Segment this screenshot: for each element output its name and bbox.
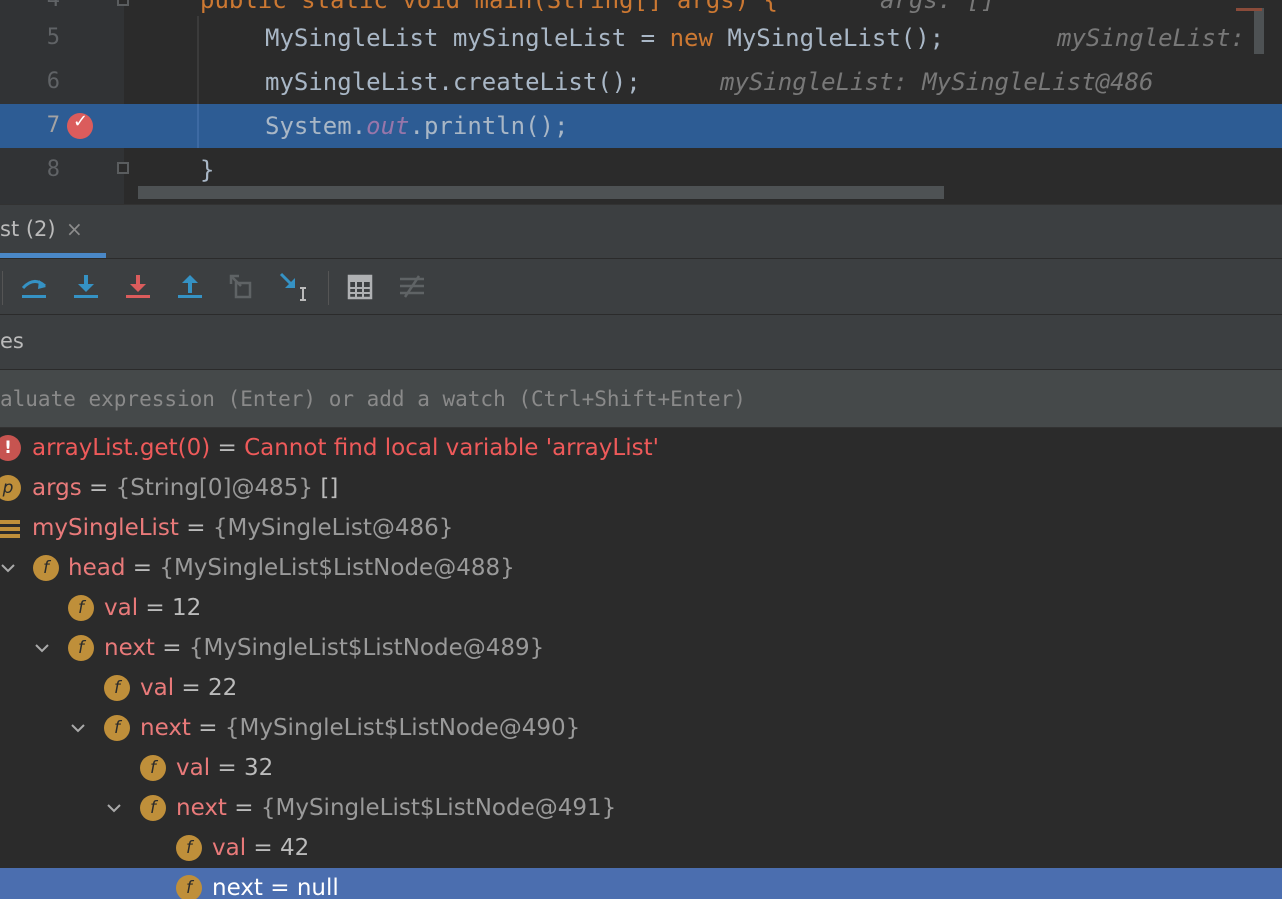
tree-row-next[interactable]: f next = {MySingleList$ListNode@490} bbox=[0, 708, 1282, 748]
variable-value: {MySingleList$ListNode@489} bbox=[188, 635, 545, 661]
variables-panel-title: es bbox=[0, 329, 24, 353]
tree-row-val[interactable]: f val = 32 bbox=[0, 748, 1282, 788]
line-number: 6 bbox=[46, 69, 60, 94]
drop-frame-button[interactable] bbox=[224, 269, 260, 305]
step-over-button[interactable] bbox=[16, 269, 52, 305]
tree-row-watch-error[interactable]: ! arrayList.get(0) = Cannot find local v… bbox=[0, 428, 1282, 468]
tree-row-val[interactable]: f val = 22 bbox=[0, 668, 1282, 708]
variable-value: {String[0]@485} bbox=[115, 475, 314, 501]
line-number: 5 bbox=[46, 25, 60, 50]
code-text: mySingleList.createList(); bbox=[265, 68, 641, 96]
inline-value-hint: mySingleList: bbox=[1057, 24, 1245, 52]
editor-vertical-scrollbar[interactable] bbox=[1254, 8, 1264, 54]
code-line-6[interactable]: 6 mySingleList.createList(); mySingleLis… bbox=[0, 60, 1282, 104]
field-icon: f bbox=[176, 875, 202, 899]
variable-name: next bbox=[176, 795, 227, 821]
variable-value: 42 bbox=[280, 835, 310, 861]
line-number: 8 bbox=[46, 157, 60, 182]
evaluate-expression-icon bbox=[347, 274, 373, 300]
chevron-down-icon[interactable] bbox=[32, 628, 52, 668]
fold-marker-icon[interactable] bbox=[117, 162, 129, 174]
variable-name: mySingleList bbox=[32, 515, 179, 541]
variable-value: {MySingleList$ListNode@490} bbox=[224, 715, 581, 741]
tree-row-next[interactable]: f next = {MySingleList$ListNode@489} bbox=[0, 628, 1282, 668]
variables-tree[interactable]: ! arrayList.get(0) = Cannot find local v… bbox=[0, 428, 1282, 899]
variable-value: {MySingleList@486} bbox=[212, 515, 454, 541]
variable-value: 22 bbox=[208, 675, 238, 701]
chevron-down-icon[interactable] bbox=[0, 548, 18, 588]
active-tab-indicator bbox=[0, 253, 106, 258]
variable-value: Cannot find local variable 'arrayList' bbox=[244, 435, 659, 461]
tree-row-mysinglelist[interactable]: mySingleList = {MySingleList@486} bbox=[0, 508, 1282, 548]
variable-value: null bbox=[296, 875, 339, 899]
field-icon: f bbox=[68, 595, 94, 621]
close-icon[interactable]: × bbox=[66, 217, 83, 241]
code-editor[interactable]: 4 public static void main(String[] args)… bbox=[0, 0, 1282, 204]
step-out-button[interactable] bbox=[172, 269, 208, 305]
variable-name: args bbox=[32, 475, 82, 501]
code-line-5[interactable]: 5 MySingleList mySingleList = new MySing… bbox=[0, 16, 1282, 60]
chevron-down-icon[interactable] bbox=[68, 708, 88, 748]
error-icon: ! bbox=[0, 435, 21, 461]
variable-value: 32 bbox=[244, 755, 274, 781]
local-variable-icon bbox=[0, 520, 20, 538]
trace-stream-icon bbox=[400, 275, 424, 298]
step-into-button[interactable] bbox=[68, 269, 104, 305]
field-icon: f bbox=[140, 755, 166, 781]
breakpoint-check-icon: ✓ bbox=[73, 111, 89, 132]
variable-value: {MySingleList$ListNode@488} bbox=[159, 555, 515, 581]
force-step-into-button[interactable] bbox=[120, 269, 156, 305]
tree-row-head[interactable]: f head = {MySingleList$ListNode@488} bbox=[0, 548, 1282, 588]
evaluate-expression-button[interactable] bbox=[342, 269, 378, 305]
variable-name: next bbox=[140, 715, 191, 741]
tree-row-val[interactable]: f val = 42 bbox=[0, 828, 1282, 868]
variable-value: {MySingleList$ListNode@491} bbox=[260, 795, 617, 821]
tree-row-next[interactable]: f next = {MySingleList$ListNode@491} bbox=[0, 788, 1282, 828]
step-over-icon bbox=[21, 280, 47, 298]
variables-panel-header: es bbox=[0, 315, 1282, 370]
tab-label: st (2) bbox=[0, 217, 56, 241]
debug-toolbar bbox=[0, 259, 1282, 315]
tree-row-val[interactable]: f val = 12 bbox=[0, 588, 1282, 628]
variable-name: val bbox=[140, 675, 175, 701]
variable-name: val bbox=[212, 835, 247, 861]
inline-value-hint: mySingleList: MySingleList@486 bbox=[720, 68, 1154, 96]
fold-marker-icon[interactable] bbox=[117, 0, 129, 6]
field-icon: f bbox=[33, 555, 59, 581]
variable-value: 12 bbox=[172, 595, 202, 621]
field-icon: f bbox=[140, 795, 166, 821]
variable-name: next bbox=[104, 635, 155, 661]
field-icon: f bbox=[68, 635, 94, 661]
field-icon: f bbox=[104, 715, 130, 741]
code-line-7-current[interactable]: 7 ✓ System.out.println(); bbox=[0, 104, 1282, 148]
variable-name: val bbox=[176, 755, 211, 781]
drop-frame-icon bbox=[229, 274, 252, 299]
force-step-into-icon bbox=[126, 275, 150, 298]
variable-name: next bbox=[212, 875, 263, 899]
code-text: MySingleList mySingleList = new MySingle… bbox=[265, 24, 945, 52]
trace-stream-button[interactable] bbox=[394, 269, 430, 305]
debug-tool-window-header: st (2) × bbox=[0, 204, 1282, 259]
variable-name: head bbox=[68, 555, 126, 581]
editor-horizontal-scrollbar[interactable] bbox=[138, 186, 944, 199]
evaluate-expression-input[interactable] bbox=[0, 370, 1282, 427]
variable-name: val bbox=[104, 595, 139, 621]
step-out-icon bbox=[178, 275, 202, 298]
watch-bar bbox=[0, 370, 1282, 428]
chevron-down-icon[interactable] bbox=[104, 788, 124, 828]
tree-row-next-selected[interactable]: f next = null bbox=[0, 868, 1282, 899]
run-to-cursor-button[interactable] bbox=[276, 269, 312, 305]
debug-session-tab[interactable]: st (2) × bbox=[0, 205, 106, 259]
parameter-icon: p bbox=[0, 475, 21, 501]
field-icon: f bbox=[104, 675, 130, 701]
variable-name: arrayList.get(0) bbox=[32, 435, 211, 461]
line-number: 7 bbox=[46, 113, 60, 138]
step-into-icon bbox=[74, 275, 98, 298]
code-text: System.out.println(); bbox=[265, 112, 569, 140]
tree-row-args[interactable]: p args = {String[0]@485} [] bbox=[0, 468, 1282, 508]
run-to-cursor-icon bbox=[279, 272, 306, 301]
field-icon: f bbox=[176, 835, 202, 861]
error-stripe-marker[interactable] bbox=[1236, 8, 1262, 11]
